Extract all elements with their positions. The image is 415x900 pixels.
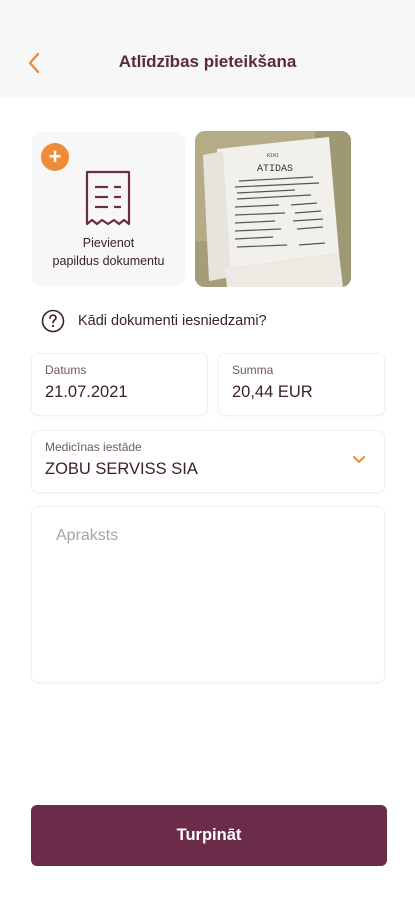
receipt-brand: ATIDAS <box>257 164 293 175</box>
add-document-label-line1: Pievienot <box>82 236 135 250</box>
amount-value: 20,44 EUR <box>232 383 313 401</box>
amount-field[interactable]: Summa 20,44 EUR <box>219 354 384 415</box>
date-label: Datums <box>45 363 87 377</box>
svg-text:RIMI: RIMI <box>267 153 279 159</box>
institution-select[interactable]: Medicīnas iestāde ZOBU SERVISS SIA <box>32 431 384 492</box>
description-field[interactable]: Apraksts <box>32 507 384 682</box>
receipt-photo: RIMI ATIDAS <box>195 131 351 287</box>
document-help-link[interactable]: Kādi dokumenti iesniedzami? <box>41 308 267 334</box>
institution-value: ZOBU SERVISS SIA <box>45 460 198 478</box>
add-document-label-line2: papildus dokumentu <box>52 254 165 268</box>
chevron-down-icon <box>353 456 365 463</box>
app-header: Atlīdzības pieteikšana <box>0 0 415 98</box>
page-title: Atlīdzības pieteikšana <box>118 52 297 71</box>
description-placeholder: Apraksts <box>56 527 119 544</box>
receipt-thumbnail[interactable]: RIMI ATIDAS <box>195 131 351 287</box>
date-field[interactable]: Datums 21.07.2021 <box>32 354 207 415</box>
institution-label: Medicīnas iestāde <box>45 440 142 454</box>
add-document-button[interactable]: + Pievienot papildus dokumentu <box>32 132 185 286</box>
add-document-label: Pievienot papildus dokumentu <box>32 234 185 270</box>
receipt-icon <box>85 170 131 226</box>
amount-label: Summa <box>232 363 274 377</box>
help-text: Kādi dokumenti iesniedzami? <box>78 313 267 329</box>
date-value: 21.07.2021 <box>45 383 128 401</box>
question-circle-icon <box>41 309 65 333</box>
continue-button[interactable]: Turpināt <box>31 805 387 866</box>
plus-icon: + <box>41 143 69 171</box>
